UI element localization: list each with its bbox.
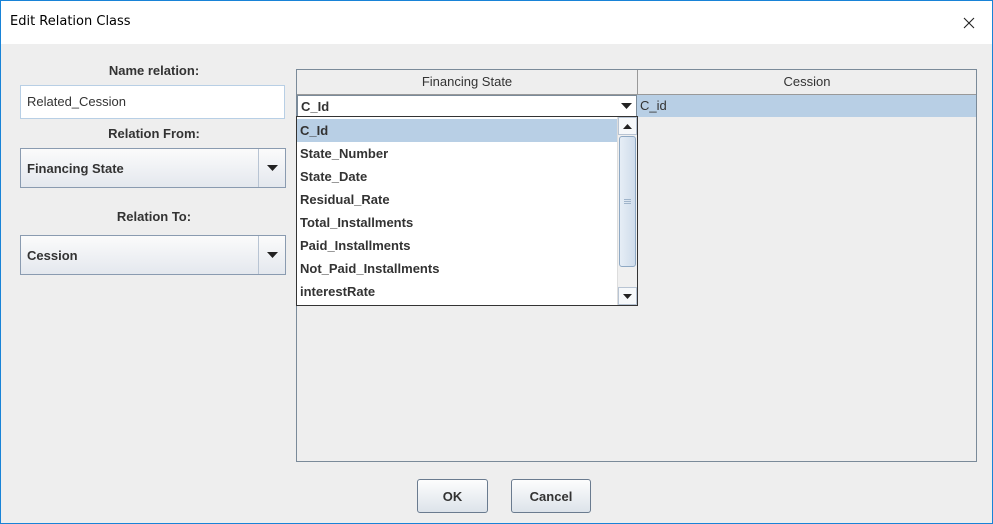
- dropdown-item[interactable]: Residual_Rate: [297, 188, 617, 211]
- cell-combo-editor[interactable]: C_Id: [297, 95, 637, 117]
- table-header-financing-state[interactable]: Financing State: [297, 70, 638, 95]
- close-button[interactable]: [946, 1, 992, 44]
- dropdown-item[interactable]: C_Id: [297, 119, 617, 142]
- relation-to-label: Relation To:: [116, 209, 192, 224]
- table-row[interactable]: C_Id C_id: [297, 95, 976, 117]
- table-cell-cession[interactable]: C_id: [640, 98, 667, 113]
- relation-to-combo[interactable]: Cession: [20, 235, 286, 275]
- dropdown-item[interactable]: interestRate: [297, 280, 617, 303]
- relation-from-label: Relation From:: [108, 126, 200, 141]
- name-relation-input[interactable]: Related_Cession: [20, 85, 285, 119]
- scroll-thumb[interactable]: [619, 136, 636, 267]
- dropdown-item[interactable]: Total_Installments: [297, 211, 617, 234]
- cell-combo-arrow[interactable]: [616, 96, 636, 116]
- dropdown-item[interactable]: State_Date: [297, 165, 617, 188]
- cell-combo-value: C_Id: [301, 99, 330, 114]
- scroll-up-button[interactable]: [618, 117, 637, 135]
- caret-down-icon: [620, 103, 632, 109]
- relation-to-value: Cession: [27, 248, 78, 263]
- caret-down-icon: [266, 252, 278, 258]
- close-icon: [963, 17, 975, 28]
- title-bar: Edit Relation Class: [1, 1, 992, 44]
- cancel-button[interactable]: Cancel: [511, 479, 591, 513]
- dropdown-item[interactable]: Not_Paid_Installments: [297, 257, 617, 280]
- caret-up-icon: [623, 123, 632, 129]
- caret-down-icon: [623, 293, 632, 299]
- scroll-down-button[interactable]: [618, 287, 637, 305]
- dropdown-popup-list: C_Id State_Number State_Date Residual_Ra…: [296, 116, 638, 306]
- dialog-window: Edit Relation Class Name relation: Relat…: [0, 0, 993, 524]
- window-title: Edit Relation Class: [10, 14, 131, 29]
- combo-arrow-button[interactable]: [258, 236, 285, 274]
- grip-icon: [624, 199, 631, 204]
- combo-arrow-button[interactable]: [258, 149, 285, 187]
- relation-from-combo[interactable]: Financing State: [20, 148, 286, 188]
- name-relation-label: Name relation:: [108, 63, 200, 78]
- caret-down-icon: [266, 165, 278, 171]
- table-header-cession[interactable]: Cession: [638, 70, 976, 95]
- dropdown-item[interactable]: Paid_Installments: [297, 234, 617, 257]
- ok-button[interactable]: OK: [417, 479, 488, 513]
- dropdown-scrollbar[interactable]: [617, 117, 637, 305]
- dropdown-item[interactable]: State_Number: [297, 142, 617, 165]
- relation-from-value: Financing State: [27, 161, 124, 176]
